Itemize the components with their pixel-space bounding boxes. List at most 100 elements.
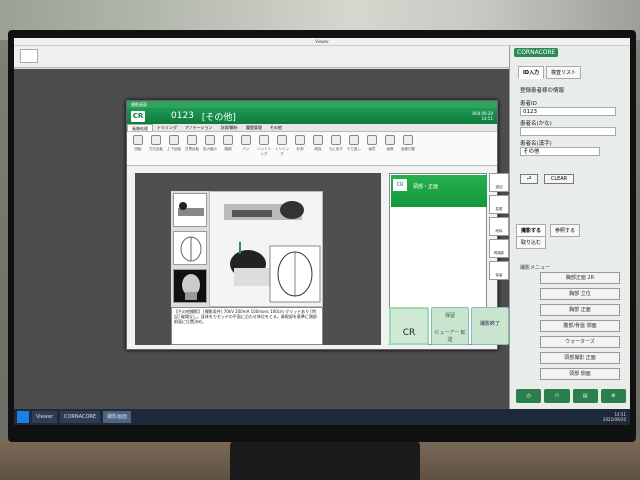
tool-icon	[367, 135, 377, 145]
hold-label: 保留	[444, 313, 455, 319]
tool-button[interactable]: パン	[238, 135, 254, 157]
cr-icon: CR	[393, 179, 407, 191]
ribbon-tab[interactable]: アノテーション	[181, 124, 217, 131]
tool-button[interactable]: 拡大縮小	[202, 135, 218, 157]
dialog-time: 14:51	[481, 116, 493, 121]
tool-button[interactable]: 画像	[382, 135, 398, 157]
viewer-title: Viewer	[14, 38, 630, 46]
cr-capture-button[interactable]: CR	[389, 307, 429, 345]
menu-title: 撮影メニュー	[520, 265, 551, 271]
tab-id-input[interactable]: ID入力	[518, 66, 545, 79]
tool-button[interactable]: ハンドリング	[256, 135, 272, 157]
retake-button[interactable]: 再撮影	[489, 239, 509, 258]
tool-icon	[277, 135, 287, 145]
back-button[interactable]: ⮐	[520, 174, 538, 184]
series-row-selected[interactable]: CR 頭部・正面	[391, 175, 487, 207]
tool-button[interactable]: トリミング	[274, 135, 290, 157]
tool-icon	[259, 135, 269, 145]
menu-item[interactable]: 胸部 立位	[540, 288, 620, 300]
patient-id-field[interactable]: 0123	[520, 107, 616, 116]
tool-icon	[241, 135, 251, 145]
viewer-label: ビューアー 転送	[434, 330, 466, 343]
tool-icon	[151, 135, 161, 145]
patient-side-panel: CORNACORE ID入力 検査リスト 登録患者様の情報 患者ID 0123 …	[509, 46, 630, 409]
ribbon-tab[interactable]: 計測/解析	[217, 124, 242, 131]
tab-import[interactable]: 取り込む	[516, 236, 547, 249]
thumbnail[interactable]	[173, 231, 207, 265]
taskbar-item[interactable]: CORNACORE	[60, 411, 101, 423]
sex-select[interactable]: その他	[520, 147, 600, 156]
tool-button[interactable]: 元に戻す	[328, 135, 344, 157]
exam-notes: 【その他撮影】 [撮影条件] 70kV 200mA 100msec 100cm …	[171, 307, 323, 345]
finish-button[interactable]: 撮影終了	[471, 307, 509, 345]
tool-button[interactable]: 画質	[364, 135, 380, 157]
tool-button[interactable]: 左右反転	[148, 135, 164, 157]
menu-item[interactable]: 腹部/骨盤 側面	[540, 320, 620, 332]
taskbar-clock: 14:51 2022/09/20	[603, 412, 626, 422]
tool-button[interactable]: 白黒反転	[184, 135, 200, 157]
taskbar-item[interactable]: 撮影画面	[103, 411, 132, 423]
bottom-buttons: CR 保留 ビューアー 転送 撮影終了	[389, 307, 509, 345]
windows-start-icon[interactable]	[17, 411, 29, 423]
clear-button[interactable]: CLEAR	[544, 174, 574, 184]
tab-reference[interactable]: 参照する	[550, 224, 581, 237]
ribbon-tab[interactable]: その他	[266, 124, 286, 131]
clock-icon[interactable]: ◷	[516, 389, 542, 403]
tool-button[interactable]: やり直し	[346, 135, 362, 157]
tool-icon	[295, 135, 305, 145]
monitor-stand	[230, 440, 420, 480]
capture-dialog: 撮影画面 CR 0123 [その他] R04.09.20 14:51 画像処理 …	[126, 100, 509, 350]
patient-name: [その他]	[201, 112, 236, 123]
menu-item[interactable]: ウォーターズ	[540, 336, 620, 348]
tool-icon	[349, 135, 359, 145]
id-label: 患者ID	[520, 101, 537, 107]
change-button[interactable]: 変更	[489, 195, 509, 214]
tool-icon	[313, 135, 323, 145]
tool-icon	[187, 135, 197, 145]
tool-icon	[403, 135, 413, 145]
delete-button[interactable]: 削除	[489, 217, 509, 236]
taskbar-item[interactable]: Viewer	[32, 411, 57, 423]
kanji-label: 患者名(漢字)	[520, 141, 552, 147]
ribbon-tab[interactable]: トリミング	[153, 124, 181, 131]
ribbon-tabs: 画像処理 トリミング アノテーション 計測/解析 履歴管理 その他	[127, 124, 497, 132]
ribbon-tab[interactable]: 画像処理	[127, 124, 153, 131]
tool-button[interactable]: 画像切替	[400, 135, 416, 157]
right-tools: 追加 変更 削除 再撮影 保留	[489, 173, 511, 283]
side-footer: ◷ ⚇ ▤ ⚙	[516, 389, 626, 403]
user-icon[interactable]: ⚇	[544, 389, 570, 403]
tool-button[interactable]: 上下反転	[166, 135, 182, 157]
kana-label: 患者名(かな)	[520, 121, 552, 127]
tool-button[interactable]: 計測	[292, 135, 308, 157]
menu-item[interactable]: 頭部撮影 正面	[540, 352, 620, 364]
tool-button[interactable]: 削除	[310, 135, 326, 157]
taskbar: Viewer CORNACORE 撮影画面 14:51 2022/09/20	[14, 409, 630, 425]
dialog-datetime: R04.09.20 14:51	[472, 111, 493, 121]
viewer-tool-button[interactable]	[20, 49, 38, 63]
tool-button[interactable]: 回転	[130, 135, 146, 157]
save-icon[interactable]: ▤	[572, 389, 598, 403]
viewer-toolbar	[14, 46, 509, 68]
clock-date: 2022/09/20	[602, 417, 626, 422]
dialog-header: CR 0123 [その他] R04.09.20 14:51	[127, 108, 497, 124]
menu-item[interactable]: 胸部 正面	[540, 304, 620, 316]
tool-icon	[223, 135, 233, 145]
tab-exam-list[interactable]: 検査リスト	[546, 66, 582, 79]
tool-icon	[331, 135, 341, 145]
cornacore-logo: CORNACORE	[514, 48, 559, 57]
ribbon-tab[interactable]: 履歴管理	[242, 124, 266, 131]
side-tabs: ID入力 検査リスト	[518, 66, 582, 79]
menu-item[interactable]: 頭部 側面	[540, 368, 620, 380]
tool-button[interactable]: 階調	[220, 135, 236, 157]
hold-tool-button[interactable]: 保留	[489, 261, 509, 280]
menu-item[interactable]: 胸部正面 2R	[540, 272, 620, 284]
series-title: 頭部・正面	[413, 184, 439, 190]
tools-icon[interactable]: ⚙	[600, 389, 626, 403]
add-button[interactable]: 追加	[489, 173, 509, 192]
viewer-transfer-button[interactable]: 保留 ビューアー 転送	[431, 307, 469, 345]
kana-field[interactable]	[520, 127, 616, 136]
thumbnail[interactable]	[173, 269, 207, 303]
thumbnail[interactable]	[173, 193, 207, 227]
tool-icon	[205, 135, 215, 145]
patient-id: 0123	[171, 111, 194, 121]
